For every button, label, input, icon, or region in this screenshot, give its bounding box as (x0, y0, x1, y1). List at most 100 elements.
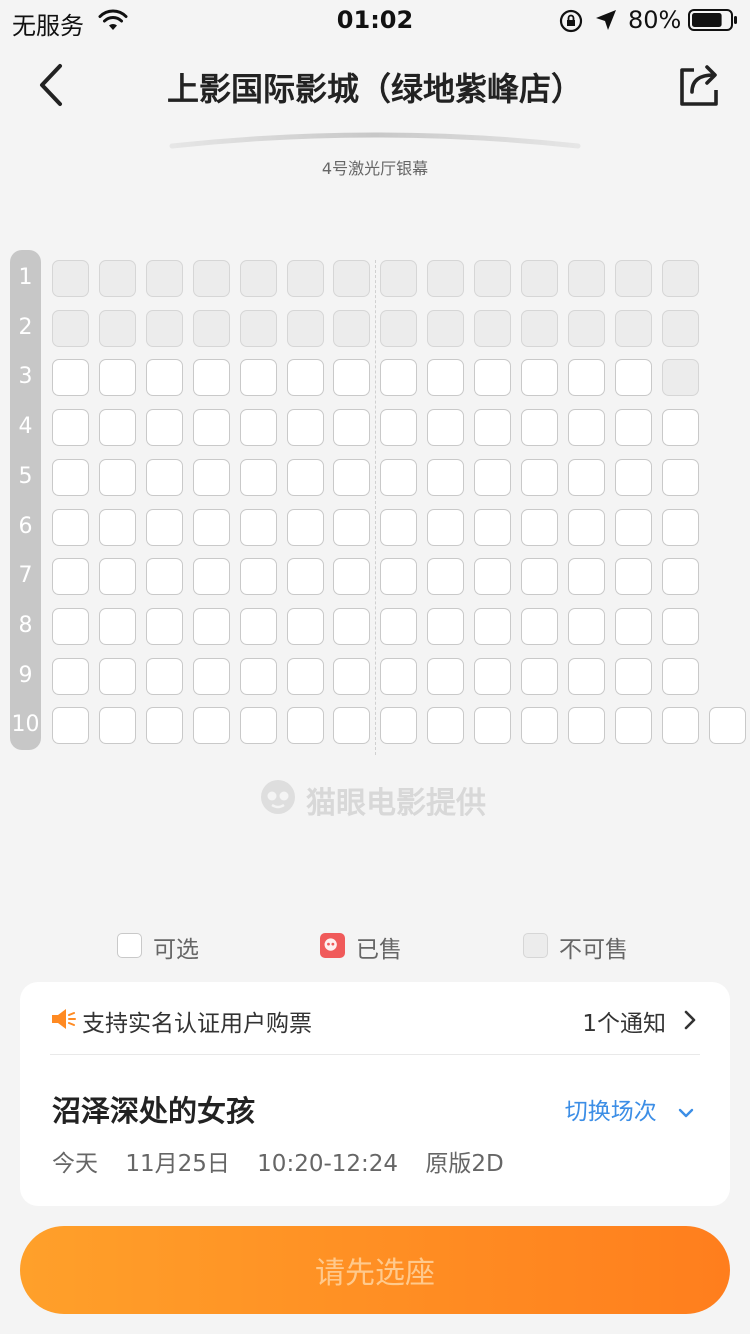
seat[interactable] (52, 558, 89, 596)
share-icon[interactable] (674, 60, 724, 110)
seat[interactable] (333, 607, 371, 645)
seat[interactable] (427, 409, 465, 447)
seat[interactable] (567, 359, 605, 397)
seat[interactable] (474, 409, 512, 447)
seat[interactable] (98, 707, 136, 745)
seat[interactable] (474, 558, 512, 596)
seat[interactable] (286, 359, 324, 397)
seat[interactable] (521, 409, 558, 447)
seat[interactable] (661, 607, 699, 645)
seat[interactable] (239, 657, 277, 695)
seat[interactable] (567, 558, 605, 596)
seat[interactable] (52, 458, 89, 496)
seat[interactable] (52, 707, 89, 745)
seat[interactable] (614, 607, 652, 645)
seat[interactable] (192, 558, 230, 596)
seat[interactable] (333, 508, 371, 546)
seat[interactable] (239, 458, 277, 496)
seat[interactable] (427, 707, 465, 745)
seat[interactable] (333, 707, 371, 745)
seat[interactable] (614, 558, 652, 596)
seat[interactable] (333, 458, 371, 496)
seat[interactable] (286, 458, 324, 496)
seat[interactable] (474, 657, 512, 695)
seat[interactable] (380, 508, 418, 546)
seat[interactable] (52, 607, 89, 645)
seat[interactable] (614, 359, 652, 397)
seat[interactable] (521, 607, 558, 645)
seat[interactable] (614, 707, 652, 745)
notice-bar[interactable]: 支持实名认证用户购票 1个通知 (20, 982, 730, 1054)
seat[interactable] (98, 508, 136, 546)
seat[interactable] (380, 359, 418, 397)
seat[interactable] (286, 558, 324, 596)
seat[interactable] (474, 707, 512, 745)
seat[interactable] (98, 607, 136, 645)
seat[interactable] (98, 458, 136, 496)
seat[interactable] (380, 607, 418, 645)
seat[interactable] (98, 558, 136, 596)
seat[interactable] (239, 558, 277, 596)
seat[interactable] (380, 409, 418, 447)
seat[interactable] (708, 707, 746, 745)
seat[interactable] (286, 607, 324, 645)
seat[interactable] (521, 657, 558, 695)
seat[interactable] (614, 458, 652, 496)
seat[interactable] (145, 707, 183, 745)
seat[interactable] (52, 359, 89, 397)
seat[interactable] (52, 409, 89, 447)
seat[interactable] (192, 409, 230, 447)
seat[interactable] (52, 508, 89, 546)
seat[interactable] (567, 409, 605, 447)
seat[interactable] (286, 707, 324, 745)
seat[interactable] (333, 409, 371, 447)
seat[interactable] (427, 508, 465, 546)
seat[interactable] (192, 707, 230, 745)
seat[interactable] (145, 607, 183, 645)
seat[interactable] (521, 707, 558, 745)
seat[interactable] (333, 657, 371, 695)
seat[interactable] (567, 458, 605, 496)
seat[interactable] (192, 607, 230, 645)
seat[interactable] (521, 508, 558, 546)
seat[interactable] (614, 409, 652, 447)
switch-showtime-button[interactable]: 切换场次 (565, 1092, 694, 1126)
seat[interactable] (239, 359, 277, 397)
seat[interactable] (239, 607, 277, 645)
seat[interactable] (98, 657, 136, 695)
seat[interactable] (286, 508, 324, 546)
seat[interactable] (145, 409, 183, 447)
seat[interactable] (380, 558, 418, 596)
seat[interactable] (380, 657, 418, 695)
seat[interactable] (614, 657, 652, 695)
seat[interactable] (192, 508, 230, 546)
seat[interactable] (145, 657, 183, 695)
seat[interactable] (427, 607, 465, 645)
seat[interactable] (98, 409, 136, 447)
seat[interactable] (145, 508, 183, 546)
seat[interactable] (192, 359, 230, 397)
seat[interactable] (333, 359, 371, 397)
seat[interactable] (239, 508, 277, 546)
seat[interactable] (474, 508, 512, 546)
seat[interactable] (239, 409, 277, 447)
seat[interactable] (567, 607, 605, 645)
seat[interactable] (521, 359, 558, 397)
seat[interactable] (661, 657, 699, 695)
seat[interactable] (286, 409, 324, 447)
seat[interactable] (567, 657, 605, 695)
seat[interactable] (98, 359, 136, 397)
seat[interactable] (521, 558, 558, 596)
seat[interactable] (52, 657, 89, 695)
select-seat-first-button[interactable]: 请先选座 (20, 1226, 730, 1314)
seat[interactable] (661, 409, 699, 447)
seat[interactable] (145, 359, 183, 397)
seat[interactable] (145, 458, 183, 496)
seat[interactable] (427, 359, 465, 397)
seat[interactable] (661, 558, 699, 596)
seat[interactable] (427, 657, 465, 695)
seat[interactable] (333, 558, 371, 596)
seat[interactable] (614, 508, 652, 546)
seat[interactable] (239, 707, 277, 745)
seat[interactable] (567, 707, 605, 745)
